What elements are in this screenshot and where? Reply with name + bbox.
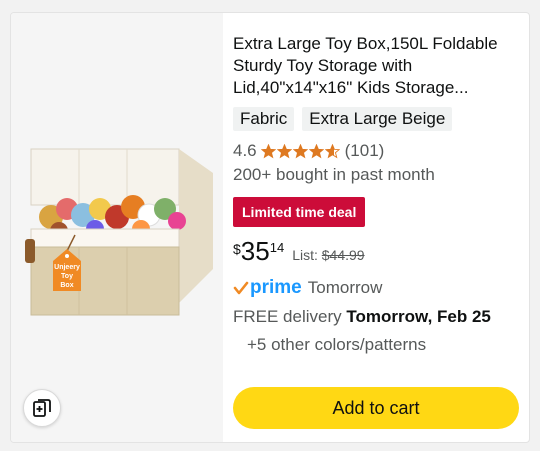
prime-delivery-when: Tomorrow <box>307 278 383 297</box>
delivery-date: Tomorrow, Feb 25 <box>346 307 491 326</box>
product-image[interactable]: Unjeery Toy Box <box>23 143 213 323</box>
list-price-value: $44.99 <box>321 247 365 263</box>
prime-check-icon <box>233 281 249 295</box>
price-whole: 35 <box>240 236 270 266</box>
chip-material: Fabric <box>233 107 295 131</box>
product-image-panel[interactable]: Unjeery Toy Box <box>11 13 223 442</box>
deal-badge: Limited time deal <box>233 197 366 227</box>
price-fraction: 14 <box>269 240 285 255</box>
add-to-cart-button[interactable]: Add to cart <box>233 387 519 429</box>
price-symbol: $ <box>233 241 241 257</box>
svg-text:Toy: Toy <box>61 273 73 280</box>
list-label-text: List: <box>292 247 318 263</box>
star-icon <box>324 143 340 158</box>
product-info: Extra Large Toy Box,150L Foldable Sturdy… <box>233 33 523 355</box>
bought-count: 200+ bought in past month <box>233 165 435 184</box>
rating-row[interactable]: 4.6 (101) <box>233 141 523 161</box>
svg-text:Box: Box <box>60 282 73 289</box>
product-title[interactable]: Extra Large Toy Box,150L Foldable Sturdy… <box>233 33 523 99</box>
rating-value: 4.6 <box>233 141 257 160</box>
delivery-info: FREE delivery Tomorrow, Feb 25 <box>233 307 523 327</box>
price: $ 35 14 List: $44.99 <box>233 237 523 265</box>
prime-row: prime Tomorrow <box>233 277 523 299</box>
similar-items-icon <box>33 399 51 417</box>
chip-size-color: Extra Large Beige <box>302 107 453 131</box>
review-count: (101) <box>344 141 385 160</box>
variant-chips: Fabric Extra Large Beige <box>233 107 523 131</box>
product-card[interactable]: Unjeery Toy Box Extra Large Toy Box,150L… <box>10 12 530 443</box>
other-colors-link[interactable]: +5 other colors/patterns <box>247 335 523 355</box>
list-price-label: List: $44.99 <box>292 247 364 263</box>
star-icon <box>260 143 276 158</box>
prime-logo: prime <box>250 277 302 298</box>
star-icon <box>276 143 292 158</box>
star-rating <box>260 143 341 159</box>
star-icon <box>308 143 324 158</box>
svg-text:Unjeery: Unjeery <box>54 264 80 271</box>
star-icon <box>292 143 308 158</box>
similar-items-button[interactable] <box>23 389 61 427</box>
delivery-prefix: FREE delivery <box>233 307 342 326</box>
